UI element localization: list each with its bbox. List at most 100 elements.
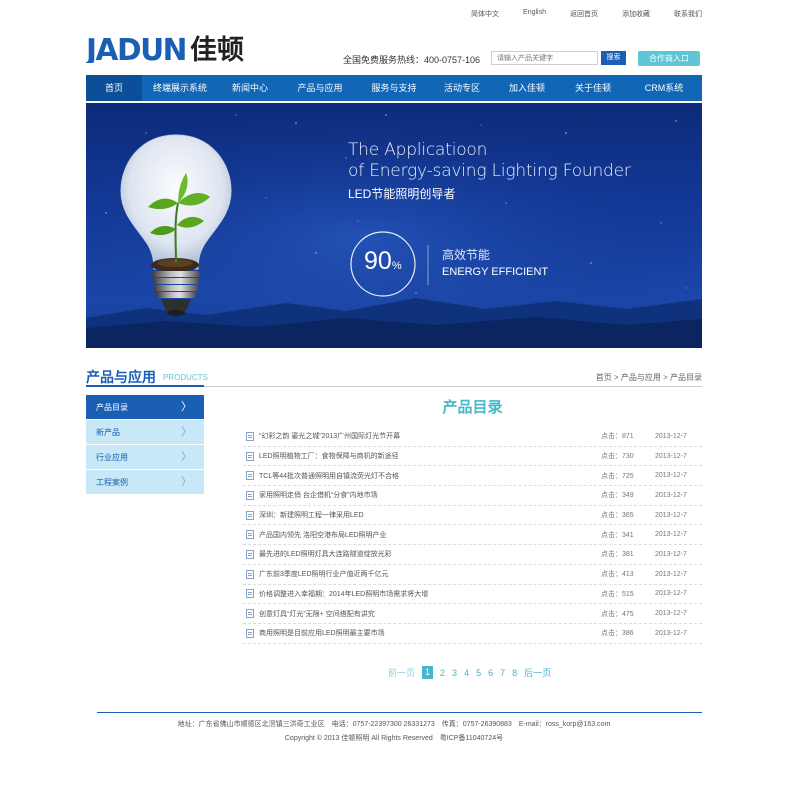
- list-item[interactable]: 创意灯具“灯光”无限+ 空间搭配有讲究 点击：475 2013-12-7: [243, 604, 702, 624]
- article-title[interactable]: 创意灯具“灯光”无限+ 空间搭配有讲究: [259, 609, 702, 619]
- article-title[interactable]: 产品国内领先 洛阳空港布局LED照明产业: [259, 530, 702, 540]
- hits-count: 515: [622, 590, 634, 598]
- nav-news[interactable]: 新闻中心: [218, 75, 282, 101]
- nav-events[interactable]: 活动专区: [430, 75, 494, 101]
- page-button[interactable]: 5: [476, 668, 481, 678]
- article-hits: 点击：871: [601, 431, 634, 441]
- article-hits: 点击：381: [601, 549, 634, 559]
- article-title[interactable]: 最先进的LED照明灯具大连路隧道绽放光彩: [259, 549, 702, 559]
- nav-home[interactable]: 首页: [86, 75, 142, 101]
- article-title[interactable]: “幻彩之韵 鎏光之城”2013广州国际灯光节开幕: [259, 431, 702, 441]
- footer-copyright: Copyright © 2013 佳顿照明 All Rights Reserve…: [284, 735, 504, 742]
- nav-join[interactable]: 加入佳顿: [494, 75, 560, 101]
- hits-label: 点击：: [601, 551, 622, 559]
- page-button[interactable]: 4: [464, 668, 469, 678]
- list-item[interactable]: 商用照明是目前应用LED照明最主要市场 点击：386 2013-12-7: [243, 624, 702, 644]
- article-date: 2013-12-7: [655, 432, 687, 440]
- document-icon: [246, 589, 254, 599]
- chevron-right-icon: 〉: [181, 476, 192, 488]
- sidebar-item-catalog[interactable]: 产品目录 〉: [86, 395, 204, 420]
- hits-label: 点击：: [601, 630, 622, 638]
- nav-terminal-display[interactable]: 终端展示系统: [142, 75, 218, 101]
- list-item[interactable]: 最先进的LED照明灯具大连路隧道绽放光彩 点击：381 2013-12-7: [243, 545, 702, 565]
- hits-label: 点击：: [601, 531, 622, 539]
- hits-label: 点击：: [601, 453, 622, 461]
- page-button[interactable]: 6: [488, 668, 493, 678]
- logo[interactable]: JADUN 佳顿: [86, 33, 258, 63]
- article-date: 2013-12-7: [655, 452, 687, 460]
- article-hits: 点击：730: [601, 451, 634, 461]
- top-link-simplified-chinese[interactable]: 简体中文: [471, 9, 499, 19]
- svg-text:JADUN: JADUN: [86, 33, 186, 63]
- breadcrumb[interactable]: 首页 > 产品与应用 > 产品目录: [596, 372, 702, 383]
- top-link-home[interactable]: 返回首页: [570, 9, 598, 19]
- nav-about[interactable]: 关于佳顿: [560, 75, 626, 101]
- sidebar-item-industry[interactable]: 行业应用 〉: [86, 445, 204, 470]
- hits-label: 点击：: [601, 571, 622, 579]
- nav-products[interactable]: 产品与应用: [282, 75, 358, 101]
- chevron-right-icon: 〉: [181, 401, 192, 413]
- list-item[interactable]: “幻彩之韵 鎏光之城”2013广州国际灯光节开幕 点击：871 2013-12-7: [243, 427, 702, 447]
- article-hits: 点击：475: [601, 609, 634, 619]
- article-hits: 点击：413: [601, 569, 634, 579]
- sidebar-item-new-products[interactable]: 新产品 〉: [86, 420, 204, 445]
- prev-page-button[interactable]: 前一页: [388, 666, 415, 679]
- document-icon: [246, 510, 254, 520]
- article-title[interactable]: LED照明植物工厂：食物保障与商机的新途径: [259, 451, 702, 461]
- next-page-button[interactable]: 后一页: [524, 666, 551, 679]
- search-button[interactable]: 搜索: [601, 51, 626, 65]
- article-title[interactable]: 家用照明走俏 台企借机“分食”内地市场: [259, 490, 702, 500]
- section-divider-accent: [86, 385, 204, 387]
- hits-count: 730: [622, 453, 634, 461]
- section-subtitle: PRODUCTS: [163, 373, 208, 382]
- page-button-current[interactable]: 1: [422, 666, 434, 679]
- page-button[interactable]: 7: [500, 668, 505, 678]
- document-icon: [246, 530, 254, 540]
- percent-sign: %: [391, 260, 402, 272]
- article-date: 2013-12-7: [655, 511, 687, 519]
- hits-label: 点击：: [601, 492, 622, 500]
- article-date: 2013-12-7: [655, 472, 687, 480]
- page-button[interactable]: 2: [440, 668, 445, 678]
- hits-count: 349: [622, 492, 634, 500]
- sidebar-item-cases[interactable]: 工程案例 〉: [86, 470, 204, 495]
- hits-count: 341: [622, 531, 634, 539]
- document-icon: [246, 451, 254, 461]
- article-list: “幻彩之韵 鎏光之城”2013广州国际灯光节开幕 点击：871 2013-12-7 L…: [243, 427, 702, 644]
- partner-entry-button[interactable]: 合作商入口: [638, 51, 700, 66]
- energy-efficient-cn: 高效节能: [442, 248, 491, 262]
- page-button[interactable]: 3: [452, 668, 457, 678]
- article-title[interactable]: TCL等44批次普通照明用自镇流荧光灯不合格: [259, 471, 702, 481]
- document-icon: [246, 609, 254, 619]
- article-title[interactable]: 深圳：新建照明工程一律采用LED: [259, 510, 702, 520]
- search-input[interactable]: [491, 51, 598, 65]
- hotline: 全国免费服务热线：400-0757-106: [343, 55, 481, 65]
- top-link-contact[interactable]: 联系我们: [674, 9, 702, 19]
- page-button[interactable]: 8: [512, 668, 517, 678]
- article-title[interactable]: 价格调整进入幸福期：2014年LED照明市场需求将大增: [259, 589, 702, 599]
- article-title[interactable]: 广东前3季度LED照明行业产值近两千亿元: [259, 569, 702, 579]
- banner-headline-cn: LED节能照明创导者: [348, 187, 456, 201]
- list-item[interactable]: 广东前3季度LED照明行业产值近两千亿元 点击：413 2013-12-7: [243, 565, 702, 585]
- nav-crm[interactable]: CRM系统: [626, 75, 702, 101]
- nav-service[interactable]: 服务与支持: [358, 75, 430, 101]
- article-hits: 点击：365: [601, 510, 634, 520]
- sidebar: 产品目录 〉 新产品 〉 行业应用 〉 工程案例 〉: [86, 395, 204, 495]
- hits-label: 点击：: [601, 512, 622, 520]
- article-date: 2013-12-7: [655, 570, 687, 578]
- hits-count: 725: [622, 472, 634, 480]
- list-item[interactable]: 产品国内领先 洛阳空港布局LED照明产业 点击：341 2013-12-7: [243, 525, 702, 546]
- sidebar-item-label: 新产品: [96, 428, 120, 437]
- article-title[interactable]: 商用照明是目前应用LED照明最主要市场: [259, 628, 702, 638]
- list-item[interactable]: LED照明植物工厂：食物保障与商机的新途径 点击：730 2013-12-7: [243, 447, 702, 467]
- list-item[interactable]: TCL等44批次普通照明用自镇流荧光灯不合格 点击：725 2013-12-7: [243, 466, 702, 487]
- top-link-english[interactable]: English: [523, 9, 546, 19]
- list-item[interactable]: 价格调整进入幸福期：2014年LED照明市场需求将大增 点击：515 2013-12…: [243, 585, 702, 605]
- top-link-favorite[interactable]: 添加收藏: [622, 9, 650, 19]
- footer-divider: [97, 712, 702, 713]
- percent-value: 90: [364, 247, 392, 275]
- list-item[interactable]: 家用照明走俏 台企借机“分食”内地市场 点击：349 2013-12-7: [243, 486, 702, 506]
- list-item[interactable]: 深圳：新建照明工程一律采用LED 点击：365 2013-12-7: [243, 506, 702, 526]
- hero-banner: The Applicatioon of Energy-saving Lighti…: [86, 103, 702, 348]
- hits-count: 475: [622, 610, 634, 618]
